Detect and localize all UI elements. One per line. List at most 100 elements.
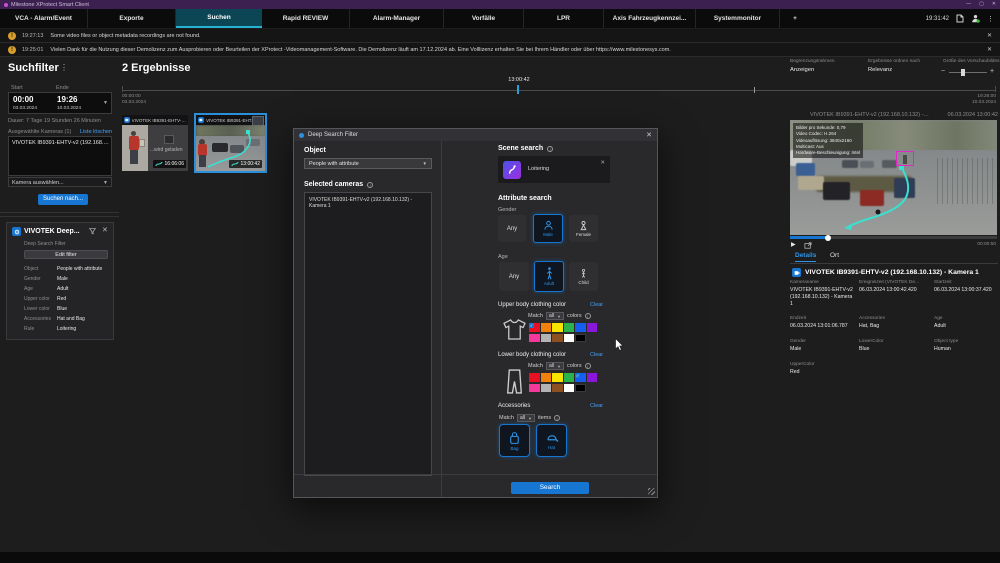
tab-details[interactable]: Details — [795, 252, 816, 262]
camera-select-dropdown[interactable]: Kamera auswählen... ▼ — [8, 177, 112, 187]
more-menu-icon[interactable]: ⋮ — [987, 15, 994, 23]
info-icon[interactable]: i — [547, 146, 553, 152]
info-icon[interactable]: i — [367, 182, 373, 188]
color-swatch-purple[interactable] — [587, 323, 598, 332]
age-adult-button[interactable]: Adult — [534, 261, 564, 292]
color-swatch-gray[interactable] — [541, 384, 552, 393]
search-for-button[interactable]: Suchen nach... — [38, 194, 88, 205]
result-thumbnail[interactable]: VIVOTEK IB9391-EHTV-v2... ...wird gelade… — [122, 115, 188, 171]
age-any-button[interactable]: Any — [499, 262, 529, 291]
color-swatch-yellow[interactable] — [552, 373, 563, 382]
color-swatch-green[interactable] — [564, 373, 575, 382]
tab-vca-alarm-event[interactable]: VCA - Alarm/Event — [0, 9, 88, 28]
play-button[interactable]: ▶ — [791, 241, 796, 248]
tab-systemmonitor[interactable]: Systemmonitor — [696, 9, 780, 28]
camera-list-item[interactable]: VIVOTEK IB9391-EHTV-v2 (192.168.10.132) … — [12, 140, 110, 146]
color-swatch-black[interactable] — [575, 334, 586, 343]
close-icon[interactable]: ✕ — [987, 32, 992, 39]
add-tab-button[interactable]: + — [780, 9, 810, 28]
color-swatch-brown[interactable] — [552, 384, 563, 393]
gender-male-button[interactable]: Male — [533, 214, 563, 243]
tshirt-icon — [503, 319, 526, 340]
match-select[interactable]: all▼ — [546, 362, 564, 370]
maximize-button[interactable]: ▢ — [979, 0, 984, 9]
window-titlebar: Milestone XProtect Smart Client — ▢ ✕ — [0, 0, 1000, 9]
tab-rapid-review[interactable]: Rapid REVIEW — [262, 9, 350, 28]
edit-filter-button[interactable]: Edit filter — [24, 250, 108, 259]
color-swatch-white[interactable] — [564, 384, 575, 393]
info-icon[interactable]: i — [585, 363, 591, 369]
tab-exporte[interactable]: Exporte — [88, 9, 176, 28]
color-swatch-blue[interactable] — [575, 323, 586, 332]
vehicle — [860, 190, 884, 206]
color-swatch-pink[interactable] — [529, 334, 540, 343]
dialog-search-button[interactable]: Search — [511, 482, 589, 494]
upper-clear-link[interactable]: Clear — [590, 302, 603, 308]
color-swatch-brown[interactable] — [552, 334, 563, 343]
result-thumbnail-selected[interactable]: VIVOTEK IB9391-EHT... 13:00:42 — [194, 113, 267, 173]
sort-by-value[interactable]: Relevanz — [868, 67, 892, 73]
color-swatch-red[interactable] — [529, 373, 540, 382]
user-status-icon[interactable] — [971, 14, 980, 23]
filter-icon[interactable] — [89, 228, 96, 235]
color-swatch-purple[interactable] — [587, 373, 598, 382]
open-in-window-icon[interactable] — [804, 242, 812, 249]
match-select[interactable]: all▼ — [517, 414, 535, 422]
dialog-camera-item[interactable]: VIVOTEK IB9391-EHTV-v2 (192.168.10.132) … — [305, 193, 431, 213]
size-slider-track[interactable] — [949, 72, 987, 73]
accessory-bag-button[interactable]: Bag — [499, 424, 530, 457]
search-filter-menu-icon[interactable]: ⋮ — [60, 63, 68, 72]
color-swatch-yellow[interactable] — [552, 323, 563, 332]
color-swatch-gray[interactable] — [541, 334, 552, 343]
close-icon[interactable]: ✕ — [102, 226, 108, 234]
color-swatch-black[interactable] — [575, 384, 586, 393]
tab-axis-fahrzeugkennzeichen[interactable]: Axis Fahrzeugkennzei... — [604, 9, 696, 28]
scene-chip[interactable]: Loitering ✕ — [498, 156, 610, 183]
color-swatch-red[interactable]: ✓ — [529, 323, 540, 332]
size-plus-icon[interactable]: + — [990, 68, 994, 75]
size-minus-icon[interactable]: − — [941, 68, 945, 75]
video-scrubber-handle[interactable] — [825, 235, 831, 241]
accessories-clear-link[interactable]: Clear — [590, 403, 603, 409]
time-range-picker[interactable]: 00:00 19:26 03.03.2024 10.03.2024 ▼ — [8, 92, 112, 114]
lower-clear-link[interactable]: Clear — [590, 352, 603, 358]
resize-handle[interactable] — [648, 488, 655, 495]
color-swatch-pink[interactable] — [529, 384, 540, 393]
video-preview[interactable]: Bilder pro Sekunde: 0,79 Video Codec: H.… — [790, 120, 997, 235]
close-icon[interactable]: ✕ — [646, 131, 652, 139]
timeline-playhead[interactable] — [517, 85, 519, 94]
info-icon[interactable]: i — [554, 415, 560, 421]
child-icon — [580, 269, 587, 279]
close-button[interactable]: ✕ — [992, 0, 996, 9]
minimize-button[interactable]: — — [966, 0, 971, 9]
match-select[interactable]: all▼ — [546, 312, 564, 320]
gender-any-button[interactable]: Any — [498, 215, 526, 242]
tab-suchen[interactable]: Suchen — [176, 9, 262, 28]
gender-female-button[interactable]: Female — [569, 215, 598, 242]
color-swatch-green[interactable] — [564, 323, 575, 332]
object-dropdown[interactable]: People with attribute ▼ — [304, 158, 432, 169]
notification-text: Some video files or object metadata reco… — [50, 33, 981, 39]
tab-ort[interactable]: Ort — [830, 252, 839, 259]
color-swatch-white[interactable] — [564, 334, 575, 343]
bounding-box-value[interactable]: Anzeigen — [790, 67, 814, 73]
male-icon — [543, 220, 554, 231]
timeline-track[interactable] — [122, 90, 996, 91]
close-icon[interactable]: ✕ — [987, 46, 992, 53]
info-icon[interactable]: i — [585, 313, 591, 319]
age-child-button[interactable]: Child — [569, 262, 598, 291]
dialog-camera-list[interactable]: VIVOTEK IB9391-EHTV-v2 (192.168.10.132) … — [304, 192, 432, 476]
tab-alarm-manager[interactable]: Alarm-Manager — [350, 9, 444, 28]
export-icon[interactable] — [956, 14, 964, 23]
size-slider-handle[interactable] — [961, 69, 965, 76]
camera-list[interactable]: VIVOTEK IB9391-EHTV-v2 (192.168.10.132) … — [8, 136, 112, 176]
clear-list-link[interactable]: Liste löschen — [80, 129, 112, 135]
tab-lpr[interactable]: LPR — [524, 9, 604, 28]
color-swatch-orange[interactable] — [541, 373, 552, 382]
color-swatch-orange[interactable] — [541, 323, 552, 332]
dialog-titlebar[interactable]: Deep Search Filter ✕ — [294, 129, 657, 141]
remove-chip-icon[interactable]: ✕ — [600, 160, 605, 166]
color-swatch-blue[interactable]: ✓ — [575, 373, 586, 382]
tab-vorfaelle[interactable]: Vorfälle — [444, 9, 524, 28]
accessory-hat-button[interactable]: Hat — [536, 424, 567, 457]
